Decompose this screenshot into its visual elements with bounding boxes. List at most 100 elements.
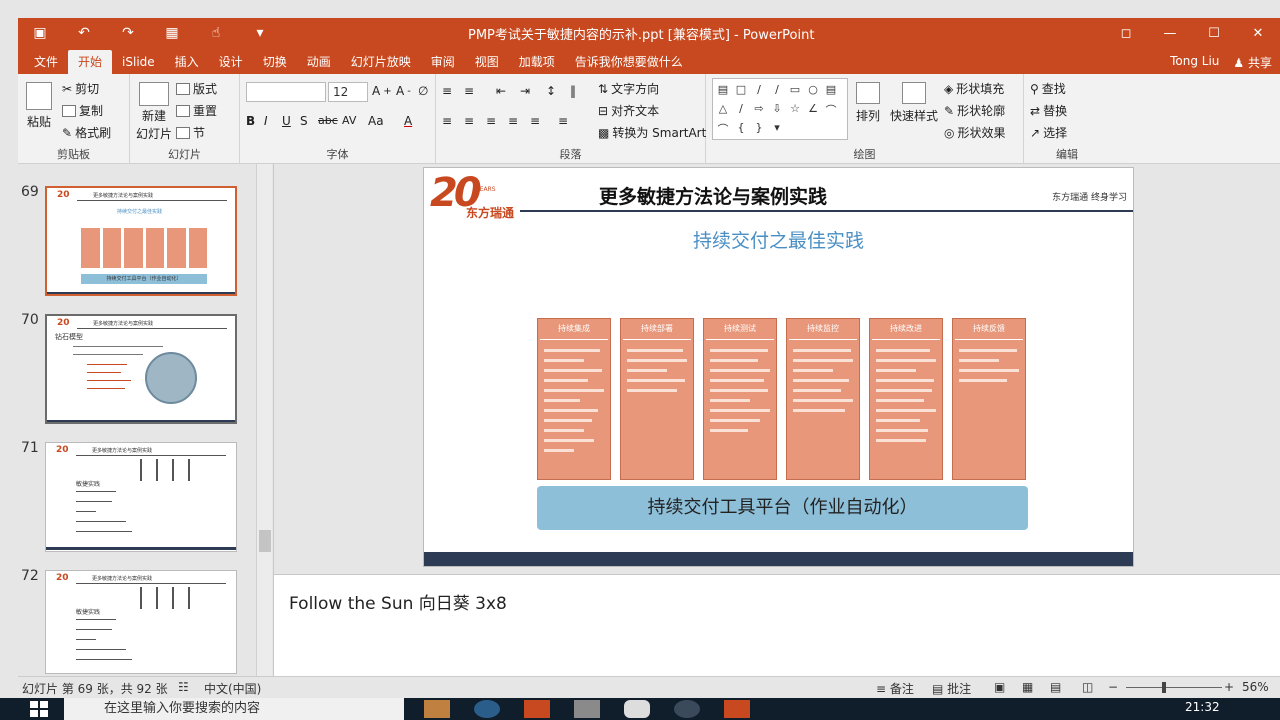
text-direction-button[interactable]: ⇅ 文字方向 [598, 80, 659, 97]
char-spacing-button[interactable]: AV [342, 114, 356, 127]
tab-1[interactable]: 开始 [68, 50, 113, 74]
share-button[interactable]: ♟ 共享 [1233, 54, 1272, 71]
quick-styles-button[interactable]: 快速样式 [890, 82, 938, 124]
align-center-icon[interactable]: ≡ [464, 114, 474, 128]
select-button[interactable]: ↗ 选择 [1030, 124, 1067, 141]
close-icon[interactable]: ✕ [1236, 18, 1280, 48]
arrange-button[interactable]: 排列 [856, 82, 880, 124]
font-name-input[interactable] [246, 82, 326, 102]
justify-icon[interactable]: ≡ [508, 114, 518, 128]
taskbar-app-icon-2[interactable] [674, 700, 700, 718]
notes-text[interactable]: Follow the Sun 向日葵 3x8 [289, 589, 507, 614]
customize-qat-icon[interactable]: ▾ [238, 20, 282, 46]
tab-7[interactable]: 幻灯片放映 [341, 50, 421, 74]
slide-thumbnail-72[interactable]: 20 更多敏捷方法论与案例实践 敏捷实践 [45, 570, 237, 674]
redo-icon[interactable]: ↷ [106, 20, 150, 46]
slide-header[interactable]: 更多敏捷方法论与案例实践 [599, 182, 827, 209]
elbow-shape-icon[interactable]: ∠ [805, 102, 821, 116]
tab-5[interactable]: 切换 [253, 50, 297, 74]
slide-thumbnail-71[interactable]: 20 更多敏捷方法论与案例实践 敏捷实践 [45, 442, 237, 552]
practice-column[interactable]: 持续改进 [869, 318, 943, 480]
user-name[interactable]: Tong Liu [1170, 54, 1219, 71]
slide-thumbnail-70[interactable]: 20 更多敏捷方法论与案例实践 钻石模型 [45, 314, 237, 424]
textbox2-shape-icon[interactable]: ▤ [823, 83, 839, 97]
browser-icon[interactable] [474, 700, 500, 718]
reading-view-icon[interactable]: ▤ [1050, 680, 1061, 694]
underline-button[interactable]: U [282, 114, 291, 128]
minimize-icon[interactable]: — [1148, 18, 1192, 48]
scrollbar-thumb[interactable] [259, 530, 271, 552]
line2-shape-icon[interactable]: ∕ [769, 83, 785, 97]
windows-start-icon[interactable] [30, 701, 48, 717]
tab-4[interactable]: 设计 [209, 50, 253, 74]
find-button[interactable]: ⚲ 查找 [1030, 80, 1066, 97]
arrow-right-shape-icon[interactable]: ⇨ [751, 102, 767, 116]
shape-outline-button[interactable]: ✎ 形状轮廓 [944, 102, 1005, 119]
file-explorer-icon[interactable] [424, 700, 450, 718]
taskbar-app-icon[interactable] [574, 700, 600, 718]
taskbar-search-input[interactable]: 在这里输入你要搜索的内容 [64, 698, 404, 720]
spellcheck-icon[interactable]: ☷ [178, 680, 189, 694]
tell-me-search[interactable]: 告诉我你想要做什么 [565, 50, 693, 74]
chat-app-icon[interactable] [624, 700, 650, 718]
arc-shape-icon[interactable]: ⌒ [715, 121, 731, 136]
notes-button[interactable]: ≡ 备注 [876, 680, 914, 697]
font-color-button[interactable]: A [404, 114, 412, 128]
tab-9[interactable]: 视图 [465, 50, 509, 74]
rect2-shape-icon[interactable]: ▭ [787, 83, 803, 97]
rectangle-shape-icon[interactable]: □ [733, 83, 749, 97]
format-painter-button[interactable]: ✎ 格式刷 [62, 124, 111, 141]
numbering-icon[interactable]: ≡ [464, 84, 474, 98]
copy-button[interactable]: 复制 [62, 102, 103, 119]
columns-icon[interactable]: ‖ [570, 84, 576, 98]
save-icon[interactable]: ▣ [18, 20, 62, 46]
clear-format-icon[interactable]: ∅ [418, 84, 428, 98]
tab-10[interactable]: 加载项 [509, 50, 565, 74]
zoom-level[interactable]: 56% [1242, 680, 1269, 694]
align-right-icon[interactable]: ≡ [486, 114, 496, 128]
replace-button[interactable]: ⇄ 替换 [1030, 102, 1067, 119]
start-from-beginning-icon[interactable]: ▦ [150, 20, 194, 46]
practice-column[interactable]: 持续反馈 [952, 318, 1026, 480]
tool-platform-banner[interactable]: 持续交付工具平台（作业自动化） [537, 486, 1028, 530]
section-button[interactable]: 节 [176, 124, 205, 141]
decrease-indent-icon[interactable]: ⇤ [496, 84, 506, 98]
ribbon-display-icon[interactable]: ◻ [1104, 18, 1148, 48]
powerpoint-app-icon[interactable] [524, 700, 550, 718]
more-shapes-icon[interactable]: ▾ [769, 121, 785, 135]
powerpoint-window-2-icon[interactable] [724, 700, 750, 718]
current-slide[interactable]: 20 YEARS 东方瑞通 更多敏捷方法论与案例实践 东方瑞通 终身学习 持续交… [423, 167, 1134, 567]
comments-button[interactable]: ▤ 批注 [932, 680, 971, 697]
grow-font-icon[interactable]: A + [372, 84, 392, 98]
strikethrough-button[interactable]: abc [318, 114, 338, 127]
paste-button[interactable]: 粘贴 [26, 82, 52, 130]
tab-0[interactable]: 文件 [24, 50, 68, 74]
font-size-input[interactable]: 12 [328, 82, 368, 102]
reset-button[interactable]: 重置 [176, 102, 217, 119]
slide-sorter-icon[interactable]: ▦ [1022, 680, 1033, 694]
shadow-icon[interactable]: S [300, 114, 308, 128]
slide-thumbnail-69[interactable]: 20 更多敏捷方法论与案例实践 持续交付之最佳实践 持续交付工具平台（作业自动化… [45, 186, 237, 296]
triangle-shape-icon[interactable]: △ [715, 102, 731, 116]
star-shape-icon[interactable]: ☆ [787, 102, 803, 116]
practice-column[interactable]: 持续集成 [537, 318, 611, 480]
italic-button[interactable]: I [264, 114, 268, 128]
line-spacing-icon[interactable]: ↕ [546, 84, 556, 98]
slideshow-icon[interactable]: ◫ [1082, 680, 1093, 694]
zoom-slider-knob[interactable] [1161, 682, 1166, 693]
oval-shape-icon[interactable]: ○ [805, 83, 821, 97]
layout-button[interactable]: 版式 [176, 80, 217, 97]
normal-view-icon[interactable]: ▣ [994, 680, 1005, 694]
change-case-button[interactable]: Aa [368, 114, 384, 128]
practice-column[interactable]: 持续监控 [786, 318, 860, 480]
new-slide-button[interactable]: 新建 幻灯片 [136, 82, 172, 142]
maximize-icon[interactable]: ☐ [1192, 18, 1236, 48]
slide-title[interactable]: 持续交付之最佳实践 [424, 226, 1133, 253]
align-text-button[interactable]: ⊟ 对齐文本 [598, 102, 659, 119]
shape-effects-button[interactable]: ◎ 形状效果 [944, 124, 1006, 141]
bold-button[interactable]: B [246, 114, 255, 128]
practice-column[interactable]: 持续部署 [620, 318, 694, 480]
brace-right-shape-icon[interactable]: } [751, 121, 767, 135]
tab-8[interactable]: 审阅 [421, 50, 465, 74]
brace-left-shape-icon[interactable]: { [733, 121, 749, 135]
